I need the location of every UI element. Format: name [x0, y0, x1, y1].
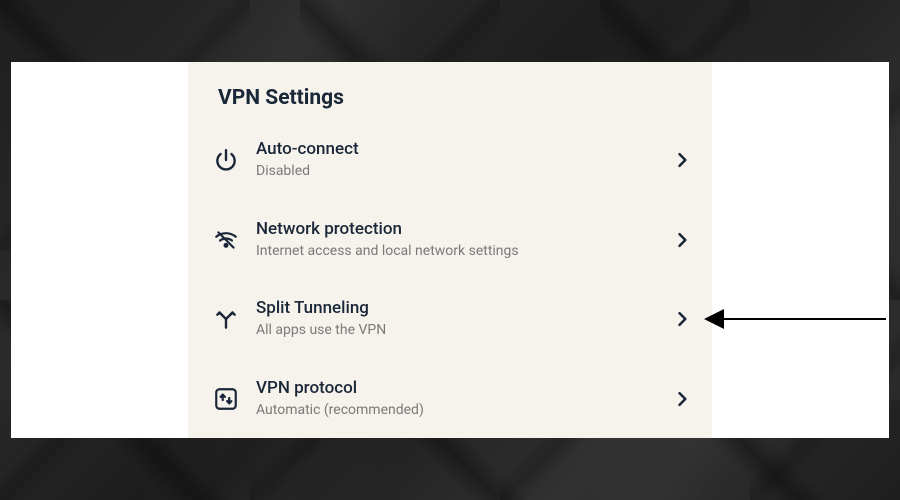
row-subtitle: All apps use the VPN	[256, 321, 672, 341]
chevron-right-icon	[672, 230, 692, 250]
arrow-left-icon	[704, 309, 724, 329]
row-title: Auto-connect	[256, 138, 672, 160]
row-title: Split Tunneling	[256, 297, 672, 319]
split-icon	[204, 306, 248, 332]
chevron-right-icon	[672, 150, 692, 170]
row-title: Network protection	[256, 218, 672, 240]
arrow-line	[724, 318, 886, 320]
power-icon	[204, 147, 248, 173]
row-text: Split Tunneling All apps use the VPN	[248, 297, 672, 341]
right-padding	[712, 62, 889, 438]
row-subtitle: Disabled	[256, 162, 672, 182]
chevron-right-icon	[672, 309, 692, 329]
setting-row-vpn-protocol[interactable]: VPN protocol Automatic (recommended)	[188, 359, 712, 439]
setting-row-auto-connect[interactable]: Auto-connect Disabled	[188, 120, 712, 200]
row-text: VPN protocol Automatic (recommended)	[248, 377, 672, 421]
settings-card: VPN Settings Auto-connect Disabled	[11, 62, 889, 438]
setting-row-network-protection[interactable]: Network protection Internet access and l…	[188, 200, 712, 280]
row-text: Network protection Internet access and l…	[248, 218, 672, 262]
setting-row-split-tunneling[interactable]: Split Tunneling All apps use the VPN	[188, 279, 712, 359]
wifi-off-icon	[204, 227, 248, 253]
left-padding	[11, 62, 188, 438]
pointer-arrow	[704, 309, 886, 329]
row-title: VPN protocol	[256, 377, 672, 399]
row-text: Auto-connect Disabled	[248, 138, 672, 182]
vpn-settings-panel: VPN Settings Auto-connect Disabled	[188, 62, 712, 438]
protocol-icon	[204, 386, 248, 412]
row-subtitle: Internet access and local network settin…	[256, 242, 672, 262]
page-title: VPN Settings	[188, 86, 712, 120]
row-subtitle: Automatic (recommended)	[256, 401, 672, 421]
chevron-right-icon	[672, 389, 692, 409]
